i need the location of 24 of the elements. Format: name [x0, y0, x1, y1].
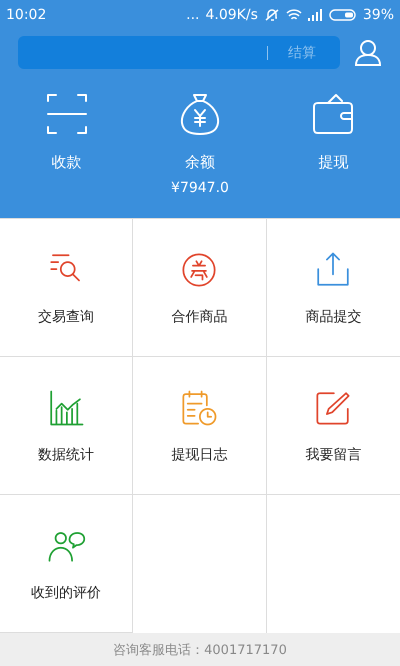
status-dots: ...: [186, 7, 200, 23]
menu-label: 交易查询: [38, 308, 94, 326]
menu-label: 商品提交: [305, 308, 362, 326]
menu-tile[interactable]: 提现日志: [133, 357, 267, 496]
menu-label: 合作商品: [171, 308, 228, 326]
menu-label: 提现日志: [171, 446, 228, 464]
signal-icon: [308, 9, 323, 21]
menu-tile[interactable]: 交易查询: [0, 219, 134, 358]
status-time: 10:02: [6, 7, 46, 23]
menu-tile[interactable]: 数据统计: [0, 357, 134, 496]
mute-icon: [264, 8, 280, 22]
menu-tile[interactable]: 合作商品: [133, 219, 267, 358]
hotline-text: 咨询客服电话：4001717170: [113, 642, 287, 659]
user-icon[interactable]: [354, 38, 382, 66]
menu-label: 收到的评价: [31, 584, 102, 602]
wifi-icon: [286, 8, 302, 22]
battery-percent: 39%: [362, 7, 394, 23]
network-speed: 4.09K/s: [206, 7, 258, 23]
balance-amount: ¥7947.0: [171, 180, 229, 196]
menu-label: 我要留言: [305, 446, 362, 464]
menu-label: 数据统计: [38, 446, 94, 464]
menu-tile[interactable]: 我要留言: [266, 357, 400, 496]
menu-tile[interactable]: 商品提交: [266, 219, 400, 358]
battery-icon: [328, 9, 357, 21]
